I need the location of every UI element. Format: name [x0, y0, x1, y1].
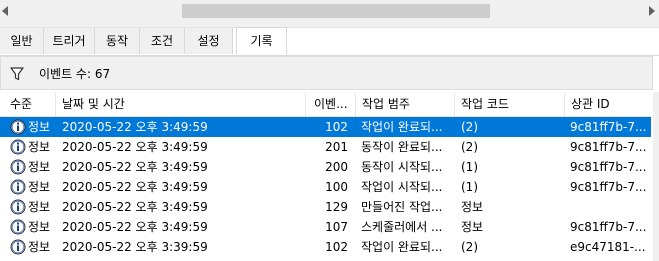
- level-cell: 정보: [28, 120, 51, 134]
- task-category-cell: 작업이 완료되...: [361, 240, 443, 254]
- level-cell: 정보: [28, 140, 51, 154]
- tab-triggers[interactable]: 트리거: [44, 28, 95, 54]
- scroll-left-icon[interactable]: [2, 6, 8, 16]
- info-icon: [10, 139, 26, 155]
- event-id-cell: 200: [325, 160, 348, 174]
- opcode-cell: 정보: [461, 200, 484, 214]
- datetime-cell: 2020-05-22 오후 3:49:59: [62, 180, 208, 194]
- opcode-cell: (2): [461, 120, 478, 134]
- tab-conditions[interactable]: 조건: [140, 28, 185, 54]
- vertical-scrollbar[interactable]: [653, 92, 659, 261]
- task-category-cell: 작업이 완료되...: [361, 120, 443, 134]
- datetime-cell: 2020-05-22 오후 3:49:59: [62, 220, 208, 234]
- opcode-cell: 정보: [461, 220, 484, 234]
- opcode-cell: (1): [461, 180, 478, 194]
- column-header-opcode[interactable]: 작업 코드: [455, 93, 565, 116]
- info-icon: [10, 179, 26, 195]
- event-id-cell: 201: [325, 140, 348, 154]
- opcode-cell: (2): [461, 140, 478, 154]
- column-header-datetime[interactable]: 날짜 및 시간: [56, 93, 306, 116]
- column-header-correlation-id[interactable]: 상관 ID: [565, 93, 651, 116]
- datetime-cell: 2020-05-22 오후 3:49:59: [62, 200, 208, 214]
- event-id-cell: 107: [325, 220, 348, 234]
- table-row[interactable]: 정보 2020-05-22 오후 3:49:59 129 만들어진 작업... 정보: [0, 197, 651, 217]
- opcode-cell: (2): [461, 240, 478, 254]
- horizontal-scrollbar[interactable]: [0, 0, 659, 28]
- opcode-cell: (1): [461, 160, 478, 174]
- column-header-level[interactable]: 수준: [0, 93, 56, 116]
- info-icon: [10, 219, 26, 235]
- info-icon: [10, 159, 26, 175]
- info-icon: [10, 119, 26, 135]
- task-category-cell: 동작이 완료되...: [361, 140, 443, 154]
- correlation-id-cell: 9c81ff7b-7...: [570, 180, 647, 194]
- tab-history[interactable]: 기록: [236, 27, 287, 55]
- event-id-cell: 102: [325, 240, 348, 254]
- event-id-cell: 129: [325, 200, 348, 214]
- tab-general[interactable]: 일반: [0, 28, 44, 54]
- table-row[interactable]: 정보 2020-05-22 오후 3:49:59 201 동작이 완료되... (2) 9…: [0, 137, 651, 157]
- datetime-cell: 2020-05-22 오후 3:49:59: [62, 160, 208, 174]
- table-row[interactable]: 정보 2020-05-22 오후 3:49:59 100 작업이 시작되... (1) 9…: [0, 177, 651, 197]
- level-cell: 정보: [28, 240, 51, 254]
- column-header-task-category[interactable]: 작업 범주: [356, 93, 455, 116]
- level-cell: 정보: [28, 160, 51, 174]
- datetime-cell: 2020-05-22 오후 3:49:59: [62, 120, 208, 134]
- scrollbar-thumb[interactable]: [182, 4, 490, 18]
- correlation-id-cell: 9c81ff7b-7...: [570, 160, 647, 174]
- column-header-event-id[interactable]: 이벤...: [306, 93, 356, 116]
- correlation-id-cell: [570, 197, 651, 217]
- history-info-bar: 이벤트 수: 67: [0, 56, 653, 90]
- event-id-cell: 100: [325, 180, 348, 194]
- level-cell: 정보: [28, 220, 51, 234]
- datetime-cell: 2020-05-22 오후 3:39:59: [62, 240, 208, 254]
- tab-bar: 일반 트리거 동작 조건 설정 기록: [0, 27, 659, 56]
- info-icon: [10, 239, 26, 255]
- table-row[interactable]: 정보 2020-05-22 오후 3:39:59 102 작업이 완료되... (2) e…: [0, 237, 651, 257]
- task-category-cell: 만들어진 작업...: [361, 200, 443, 214]
- scroll-right-icon[interactable]: [649, 6, 655, 16]
- correlation-id-cell: e9c47181-...: [570, 240, 646, 254]
- correlation-id-cell: 9c81ff7b-7...: [570, 120, 647, 134]
- tab-settings[interactable]: 설정: [185, 28, 233, 54]
- table-row[interactable]: 정보 2020-05-22 오후 3:49:59 102 작업이 완료되... (2) 9…: [0, 117, 651, 137]
- correlation-id-cell: 9c81ff7b-7...: [570, 220, 647, 234]
- event-id-cell: 102: [325, 120, 348, 134]
- info-icon: [10, 199, 26, 215]
- datetime-cell: 2020-05-22 오후 3:49:59: [62, 140, 208, 154]
- event-count-label: 이벤트 수: 67: [39, 67, 111, 81]
- level-cell: 정보: [28, 180, 51, 194]
- level-cell: 정보: [28, 200, 51, 214]
- correlation-id-cell: 9c81ff7b-7...: [570, 140, 647, 154]
- table-row[interactable]: 정보 2020-05-22 오후 3:49:59 107 스케줄러에서 ... 정보 9c…: [0, 217, 651, 237]
- table-row[interactable]: 정보 2020-05-22 오후 3:49:59 200 동작이 시작되... (1) 9…: [0, 157, 651, 177]
- task-category-cell: 작업이 시작되...: [361, 180, 443, 194]
- table-header: 수준 날짜 및 시간 이벤... 작업 범주 작업 코드 상관 ID: [0, 93, 651, 117]
- task-category-cell: 동작이 시작되...: [361, 160, 443, 174]
- task-category-cell: 스케줄러에서 ...: [361, 220, 443, 234]
- history-table: 수준 날짜 및 시간 이벤... 작업 범주 작업 코드 상관 ID 정보 202…: [0, 93, 651, 261]
- tab-actions[interactable]: 동작: [95, 28, 140, 54]
- filter-icon[interactable]: [10, 67, 24, 81]
